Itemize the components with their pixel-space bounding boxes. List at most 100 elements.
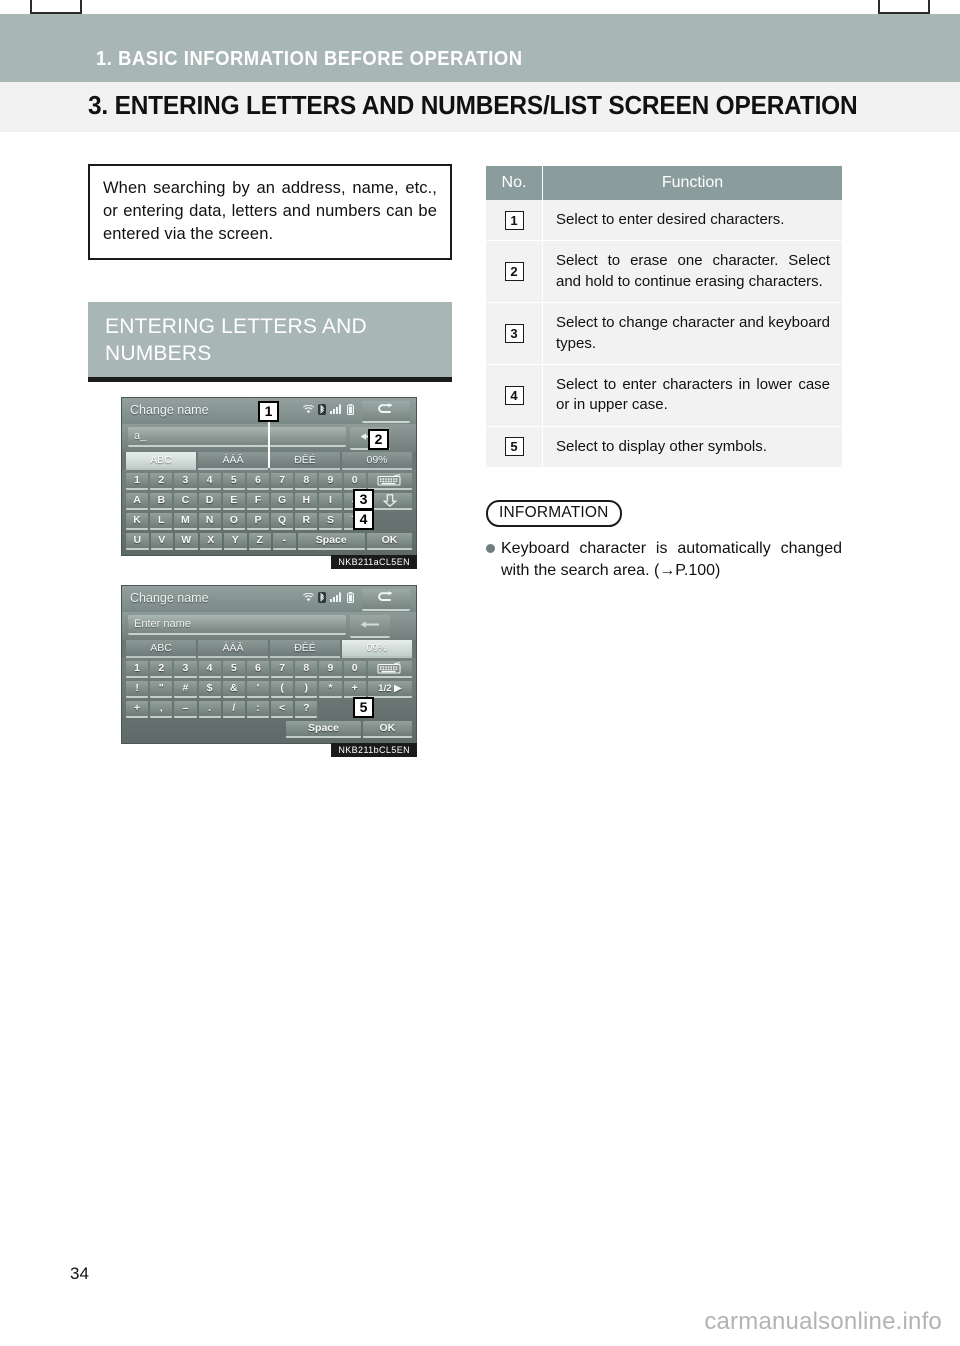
key-1[interactable]: 1 <box>126 660 149 678</box>
key-9[interactable]: 9 <box>319 660 342 678</box>
key-6[interactable]: 6 <box>246 472 270 490</box>
table-row: 3 Select to change character and keyboar… <box>486 302 842 365</box>
key-Y[interactable]: Y <box>224 532 247 550</box>
key-I[interactable]: I <box>319 492 342 510</box>
key-0[interactable]: 0 <box>343 472 366 490</box>
key-spacer-9 <box>260 721 285 738</box>
key-R[interactable]: R <box>295 512 318 530</box>
key-quote[interactable]: " <box>150 680 173 698</box>
key-less-than[interactable]: < <box>271 700 294 718</box>
key-5[interactable]: 5 <box>222 472 245 490</box>
key-8[interactable]: 8 <box>295 660 318 678</box>
key-asterisk[interactable]: * <box>319 680 342 698</box>
tab-accented-a-2[interactable]: ÀÁÂ <box>198 639 268 658</box>
key-W[interactable]: W <box>175 532 198 550</box>
key-6[interactable]: 6 <box>246 660 270 678</box>
key-C[interactable]: C <box>174 492 197 510</box>
key-apostrophe[interactable]: ' <box>246 680 270 698</box>
nav-screen-title: Change name <box>130 402 209 417</box>
key-3[interactable]: 3 <box>174 472 197 490</box>
key-K[interactable]: K <box>126 512 149 530</box>
screenshot-alpha-keyboard: Change name a_ ABC ÀÁÂ ÐĒÉ 09% 1 2 3 4 5… <box>121 396 417 569</box>
status-icon-group-2 <box>303 591 354 603</box>
key-plus[interactable]: + <box>126 700 149 718</box>
tab-abc-2[interactable]: ABC <box>126 639 196 658</box>
key-colon[interactable]: : <box>246 700 270 718</box>
key-hyphen[interactable]: - <box>273 532 296 550</box>
key-ampersand[interactable]: & <box>222 680 245 698</box>
key-ok-2[interactable]: OK <box>362 720 413 738</box>
text-entry-field-2[interactable]: Enter name <box>128 614 346 635</box>
key-ok[interactable]: OK <box>367 532 412 550</box>
key-P[interactable]: P <box>246 512 270 530</box>
key-question[interactable]: ? <box>295 700 318 718</box>
key-L[interactable]: L <box>150 512 173 530</box>
key-4[interactable]: 4 <box>198 472 221 490</box>
back-button[interactable] <box>362 400 410 423</box>
key-0[interactable]: 0 <box>343 660 366 678</box>
key-2[interactable]: 2 <box>150 660 173 678</box>
key-hash[interactable]: # <box>174 680 197 698</box>
key-paren-open[interactable]: ( <box>271 680 294 698</box>
key-8[interactable]: 8 <box>295 472 318 490</box>
key-space-2[interactable]: Space <box>286 720 361 738</box>
watermark: carmanualsonline.info <box>704 1308 942 1335</box>
key-X[interactable]: X <box>199 532 222 550</box>
key-spacer-3 <box>368 701 412 718</box>
symbol-page-toggle[interactable]: 1/2 ▶ <box>367 680 413 698</box>
key-2[interactable]: 2 <box>150 472 173 490</box>
tab-accented-e-2[interactable]: ÐĒÉ <box>270 639 340 658</box>
key-1[interactable]: 1 <box>126 472 149 490</box>
key-5[interactable]: 5 <box>222 660 245 678</box>
tab-accented-a[interactable]: ÀÁÂ <box>198 451 268 470</box>
key-N[interactable]: N <box>198 512 221 530</box>
key-dash[interactable]: – <box>174 700 197 718</box>
key-E[interactable]: E <box>222 492 245 510</box>
key-dollar[interactable]: $ <box>198 680 221 698</box>
nav-titlebar-2: Change name <box>122 585 416 612</box>
right-column: No. Function 1 Select to enter desired c… <box>486 166 842 582</box>
key-B[interactable]: B <box>150 492 173 510</box>
keyboard-layout-icon[interactable] <box>367 660 413 678</box>
callout-3: 3 <box>353 488 374 510</box>
tab-abc[interactable]: ABC <box>126 451 196 470</box>
number-badge-2: 2 <box>504 262 524 282</box>
col-header-function: Function <box>542 166 842 200</box>
key-period[interactable]: . <box>198 700 221 718</box>
symbol-row-numbers: 1 2 3 4 5 6 7 8 9 0 <box>126 660 413 678</box>
tab-numeric[interactable]: 09% <box>342 451 412 470</box>
key-O[interactable]: O <box>222 512 245 530</box>
tab-numeric-2[interactable]: 09% <box>342 639 412 658</box>
tab-accented-e[interactable]: ÐĒÉ <box>270 451 340 470</box>
text-entry-field[interactable]: a_ <box>128 426 346 447</box>
key-M[interactable]: M <box>174 512 197 530</box>
number-badge-5: 5 <box>504 437 524 457</box>
key-space[interactable]: Space <box>297 532 365 550</box>
key-A[interactable]: A <box>126 492 149 510</box>
key-paren-close[interactable]: ) <box>295 680 318 698</box>
table-header-row: No. Function <box>486 166 842 200</box>
backspace-button-2[interactable] <box>350 614 390 638</box>
key-Q[interactable]: Q <box>271 512 294 530</box>
keyboard-layout-icon[interactable] <box>367 472 413 490</box>
key-7[interactable]: 7 <box>271 472 294 490</box>
key-comma[interactable]: , <box>150 700 173 718</box>
key-F[interactable]: F <box>246 492 270 510</box>
shift-case-icon[interactable] <box>367 492 413 510</box>
key-3[interactable]: 3 <box>174 660 197 678</box>
back-button-2[interactable] <box>362 588 410 611</box>
key-G[interactable]: G <box>271 492 294 510</box>
key-9[interactable]: 9 <box>319 472 342 490</box>
key-4[interactable]: 4 <box>198 660 221 678</box>
key-plus-alt[interactable]: + <box>343 680 366 698</box>
key-slash[interactable]: / <box>222 700 245 718</box>
key-Z[interactable]: Z <box>248 532 271 550</box>
key-7[interactable]: 7 <box>271 660 294 678</box>
key-exclamation[interactable]: ! <box>126 680 149 698</box>
key-S[interactable]: S <box>319 512 342 530</box>
key-D[interactable]: D <box>198 492 221 510</box>
key-V[interactable]: V <box>150 532 173 550</box>
key-H[interactable]: H <box>295 492 318 510</box>
key-U[interactable]: U <box>126 532 149 550</box>
battery-icon <box>347 591 354 603</box>
